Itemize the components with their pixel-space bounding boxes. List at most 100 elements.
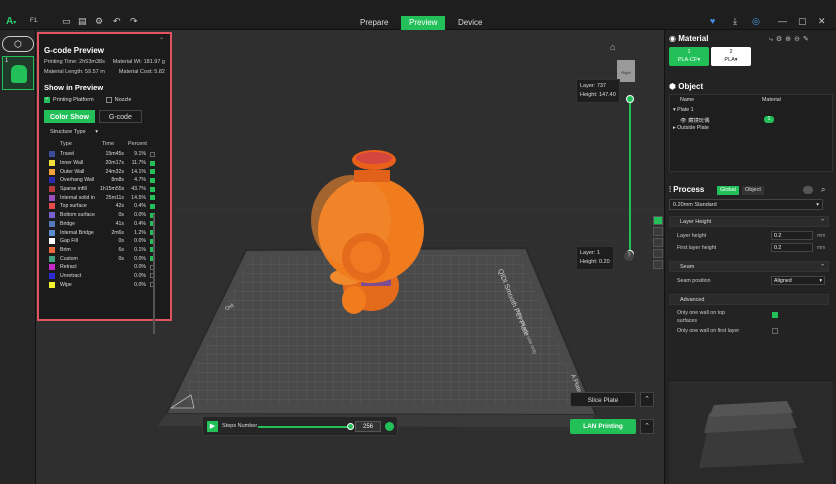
collapse-icon[interactable]: ⌃ [159,37,164,44]
feature-visibility-checkbox[interactable] [150,151,155,157]
feature-visibility-checkbox[interactable] [150,195,155,201]
tab-prepare[interactable]: Prepare [352,16,396,30]
material-slot-1[interactable]: 1 PLA-CF▾ [669,47,709,66]
play-icon[interactable]: ▶ [207,421,218,432]
seam-position-dropdown[interactable]: Aligned ▾ [771,276,825,285]
open-folder-icon[interactable]: ▤ [78,16,87,27]
tab-device[interactable]: Device [450,16,490,30]
app-logo-icon[interactable]: A▾ [6,16,16,27]
feature-visibility-checkbox[interactable] [150,186,155,192]
process-category-icons [652,216,666,271]
plate-thumbnail[interactable]: 1 [2,56,34,90]
object-row[interactable]: 👁 藏镜玩偶 [680,116,709,124]
strength-category-icon[interactable] [653,227,663,236]
feature-visibility-checkbox[interactable] [150,203,155,209]
sync-icon[interactable]: ⤷ [769,36,776,43]
object-material-badge[interactable]: 1 [764,116,774,123]
feature-row[interactable]: Travel 15m45s 9.1% [44,150,165,159]
maximize-icon[interactable]: ▢ [798,16,807,27]
edit-icon[interactable]: ✎ [803,36,812,43]
color-show-button[interactable]: Color Show [44,110,95,123]
process-preset-dropdown[interactable]: 0.20mm Standard ▾ [669,199,823,210]
feature-row[interactable]: Custom 0s 0.0% [44,254,165,263]
feature-row[interactable]: Outer Wall 24m32s 14.1% [44,167,165,176]
advanced-group[interactable]: Advanced [669,294,829,305]
feature-row[interactable]: Bridge 41s 0.4% [44,220,165,229]
structure-type-dropdown[interactable]: Structure Type ▾ [50,129,165,135]
download-icon[interactable]: ⤓ [733,16,737,27]
layer-height-input[interactable]: 0.2 [771,231,813,240]
feature-visibility-checkbox[interactable] [150,169,155,175]
save-icon[interactable]: ▭ [62,16,71,27]
process-global-tab[interactable]: Global [717,186,739,195]
add-icon[interactable]: ⊕ [785,36,794,43]
seam-group[interactable]: Seam ⌃ [669,261,829,272]
feature-color-swatch [49,194,55,201]
steps-confirm-icon[interactable] [385,422,394,431]
first-layer-height-input[interactable]: 0.2 [771,243,813,252]
search-icon[interactable]: ⌕ [821,185,825,195]
user-icon[interactable]: ♥ [710,16,715,26]
feature-list-scrollbar[interactable] [153,214,155,334]
feature-visibility-checkbox[interactable] [150,160,155,166]
settings-icon[interactable]: ⚙ [776,36,785,43]
quality-category-icon[interactable] [653,216,663,225]
layer-slider[interactable] [629,98,631,253]
slice-plate-button[interactable]: Slice Plate [570,392,636,407]
feature-row[interactable]: Sparse infill 1h15m55s 43.7% [44,185,165,194]
speed-category-icon[interactable] [653,238,663,247]
plate-row[interactable]: ▾ Plate 1 [673,107,694,113]
feature-row[interactable]: Wipe 0.0% [44,280,165,289]
material-slot-2[interactable]: 2 PLA▾ [711,47,751,66]
one-wall-top-checkbox[interactable] [772,312,778,318]
process-object-tab[interactable]: Object [742,186,764,195]
advanced-toggle[interactable] [803,186,813,194]
gcode-preview-panel: ⌃ G-code Preview Printing Time: 2h53m38s… [37,32,172,334]
feature-row[interactable]: Inner Wall 20m17s 11.7% [44,159,165,168]
shortcut-help-icon[interactable]: ? [624,251,634,261]
remove-icon[interactable]: ⊖ [794,36,803,43]
feature-row[interactable]: Internal Bridge 2m6s 1.2% [44,228,165,237]
one-wall-first-checkbox[interactable] [772,328,778,334]
steps-label: Steps Number [222,423,258,429]
gcode-button[interactable]: G-code [98,110,142,123]
minimize-icon[interactable]: — [778,16,787,26]
feature-row[interactable]: Bottom surface 0s 0.0% [44,211,165,220]
feature-row[interactable]: Top surface 42s 0.4% [44,202,165,211]
redo-icon[interactable]: ↷ [130,16,138,27]
steps-slider[interactable] [258,426,350,428]
layer-height-group[interactable]: Layer Height ⌃ [669,216,829,227]
feature-visibility-checkbox[interactable] [150,177,155,183]
feature-time: 6s [118,246,124,253]
layer-slider-top-handle[interactable] [626,95,634,103]
steps-value-input[interactable]: 256 [355,421,381,432]
outside-plate-row[interactable]: ▸ Outside Plate [673,125,709,131]
print-options-chevron-icon[interactable]: ⌃ [640,419,654,434]
feature-row[interactable]: Unretract 0.0% [44,272,165,281]
home-view-icon[interactable]: ⌂ [610,42,615,52]
close-icon[interactable]: ✕ [818,16,826,27]
others-category-icon[interactable] [653,260,663,269]
feature-row[interactable]: Brim 6s 0.1% [44,246,165,255]
feature-name: Gap Fill [60,238,78,245]
plate-row-label: Plate 1 [677,107,694,113]
feature-color-swatch [49,203,55,210]
nozzle-checkbox[interactable] [105,97,112,103]
feature-row[interactable]: Gap Fill 0s 0.0% [44,237,165,246]
layer-top-height: Height: 147.40 [580,92,616,98]
support-category-icon[interactable] [653,249,663,258]
gear-icon[interactable]: ⚙ [95,16,103,27]
layer-bottom-height: Height: 0.20 [580,259,610,265]
file-menu[interactable]: F1. [30,18,39,24]
feature-row[interactable]: Overhang Wall 8m8s 4.7% [44,176,165,185]
help-circle-icon[interactable]: ◎ [752,16,760,27]
tab-preview[interactable]: Preview [401,16,446,30]
undo-icon[interactable]: ↶ [113,16,121,27]
plate-view-toggle-icon[interactable]: ⬡ [2,36,34,52]
steps-slider-handle[interactable] [347,423,354,430]
slice-options-chevron-icon[interactable]: ⌃ [640,392,654,407]
printing-platform-checkbox[interactable] [44,96,50,103]
feature-row[interactable]: Internal solid in 25m11s 14.5% [44,193,165,202]
feature-row[interactable]: Retract 0.0% [44,263,165,272]
lan-printing-button[interactable]: LAN Printing [570,419,636,434]
